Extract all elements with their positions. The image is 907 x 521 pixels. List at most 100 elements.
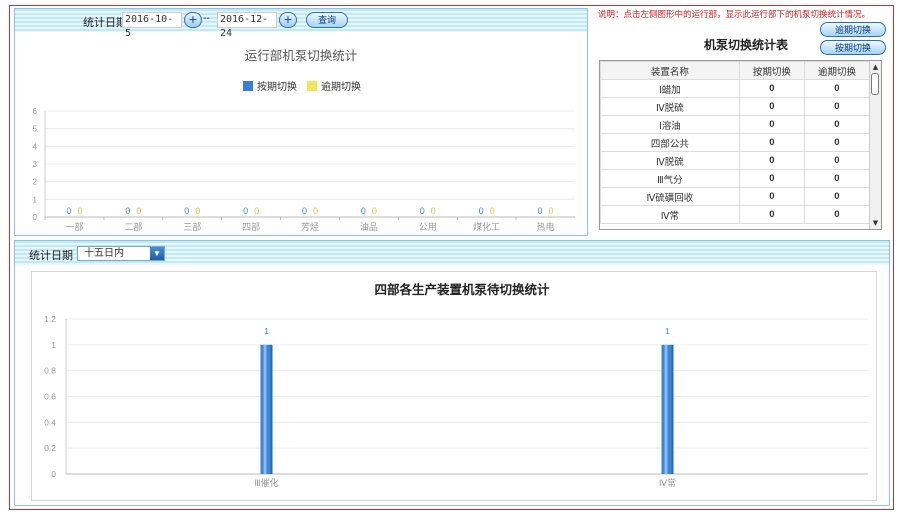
cell-ontime: 0 — [738, 169, 805, 188]
cell-ontime: 0 — [738, 205, 805, 224]
x-tick-label[interactable]: 四部 — [242, 221, 260, 232]
cell-unit: 四部公共 — [600, 133, 740, 152]
legend-ontime-label: 按期切换 — [257, 80, 297, 93]
y-tick-label: 1 — [51, 340, 56, 350]
table-title: 机泵切换统计表 — [704, 38, 789, 52]
legend-ontime-swatch — [243, 81, 253, 91]
start-date-picker-button[interactable]: + — [184, 12, 202, 28]
bar-value-label-overdue: 0 — [136, 206, 141, 216]
period-select-value: 十五日内 — [84, 248, 124, 259]
unit-pending-chart-box: 四部各生产装置机泵待切换统计 1.2 1 0.8 0.6 0.4 0.2 0 Ⅲ催化 Ⅳ常 1… — [31, 271, 877, 501]
cell-unit: Ⅳ硫磺回收 — [600, 187, 740, 206]
bar-value-label-ontime: 0 — [302, 206, 307, 216]
chart2-title: 四部各生产装置机泵待切换统计 — [374, 282, 550, 297]
cell-unit: Ⅳ常 — [600, 205, 740, 224]
table-row[interactable]: Ⅰ溶油 0 0 — [600, 115, 871, 134]
x-tick-label[interactable]: 一部 — [65, 221, 83, 232]
period-select[interactable]: 十五日内 ▼ — [77, 246, 165, 261]
scroll-up-icon[interactable]: ▲ — [871, 62, 880, 72]
instruction-note: 说明：点击左侧图形中的运行部，显示此运行部下的机泵切换统计情况。 — [598, 9, 871, 19]
x-tick-label[interactable]: 公用 — [419, 222, 437, 232]
bar-value-label-ontime: 0 — [184, 206, 189, 216]
bar-value-label-ontime: 0 — [243, 206, 248, 216]
end-date-picker-button[interactable]: + — [279, 12, 297, 28]
table-scrollbar[interactable]: ▲ ▼ — [869, 61, 881, 229]
y-tick-label: 5 — [33, 125, 38, 134]
table-header-row: 装置名称 按期切换 逾期切换 — [600, 61, 871, 80]
range-separator: -- — [203, 13, 210, 24]
col-header-overdue: 逾期切换 — [803, 61, 871, 80]
bar-value-label-ontime: 0 — [538, 206, 543, 216]
switch-stats-table-panel: 说明：点击左侧图形中的运行部，显示此运行部下的机泵切换统计情况。 逾期切换 按期… — [592, 8, 890, 236]
chart1-title: 运行部机泵切换统计 — [245, 48, 358, 63]
y-tick-label: 0.4 — [44, 417, 56, 427]
unit-pending-panel: 统计日期 十五日内 ▼ 四部各生产装置机泵待切换统计 1.2 1 0.8 0.6 0.4… — [14, 240, 890, 506]
main-frame: 统计日期 2016-10-5 + -- 2016-12-24 + 查询 运行部机… — [9, 5, 894, 510]
col-header-unit: 装置名称 — [600, 61, 740, 80]
bar-value-label-overdue: 0 — [372, 206, 377, 216]
switch-stats-table[interactable]: 装置名称 按期切换 逾期切换 Ⅰ蜡加 0 0 Ⅳ脱硫 0 0 Ⅰ溶油 0 0 四部公共 0 0 … — [599, 60, 882, 230]
end-date-input[interactable]: 2016-12-24 — [217, 12, 277, 39]
bar-value-label-overdue: 0 — [549, 206, 554, 216]
x-tick-label[interactable]: 热电 — [537, 221, 555, 232]
scroll-thumb[interactable] — [871, 73, 879, 95]
bar-value-label-overdue: 0 — [490, 206, 495, 216]
cell-unit: Ⅳ脱硫 — [600, 97, 740, 116]
x-tick-label[interactable]: 二部 — [124, 221, 142, 232]
bar-value-label-overdue: 0 — [254, 206, 259, 216]
x-tick-label[interactable]: 油品 — [360, 221, 378, 232]
y-tick-label: 3 — [33, 160, 38, 169]
cell-ontime: 0 — [738, 133, 805, 152]
bar-value-label-overdue: 0 — [431, 206, 436, 216]
scroll-down-icon[interactable]: ▼ — [871, 218, 880, 228]
cell-unit: Ⅲ气分 — [600, 169, 740, 188]
col-header-ontime: 按期切换 — [738, 61, 805, 80]
table-row[interactable]: Ⅳ脱硫 0 0 — [600, 151, 871, 170]
cell-overdue: 0 — [803, 79, 871, 98]
bar-shade — [671, 344, 674, 474]
bar-value-label-ontime: 0 — [125, 206, 130, 216]
bar-value-label-ontime: 0 — [420, 206, 425, 216]
bar-value-label: 1 — [665, 326, 670, 336]
period-filter-bar: 统计日期 十五日内 ▼ — [15, 241, 889, 265]
cell-overdue: 0 — [803, 115, 871, 134]
cell-ontime: 0 — [738, 115, 805, 134]
overdue-switch-button[interactable]: 逾期切换 — [820, 22, 886, 37]
x-tick-label[interactable]: 三部 — [183, 221, 201, 232]
date-label: 统计日期 — [83, 17, 127, 29]
table-row[interactable]: Ⅰ蜡加 0 0 — [600, 79, 871, 98]
x-tick-label[interactable]: Ⅳ常 — [659, 477, 676, 488]
bar-value-label-overdue: 0 — [77, 206, 82, 216]
bar-highlight — [263, 344, 267, 474]
bar-shade — [270, 344, 273, 474]
cell-ontime: 0 — [738, 187, 805, 206]
table-row[interactable]: Ⅳ硫磺回收 0 0 — [600, 187, 871, 206]
cell-overdue: 0 — [803, 97, 871, 116]
table-row[interactable]: Ⅳ脱硫 0 0 — [600, 97, 871, 116]
query-button[interactable]: 查询 — [306, 12, 348, 28]
ontime-switch-button[interactable]: 按期切换 — [820, 40, 886, 55]
cell-unit: Ⅰ溶油 — [600, 115, 740, 134]
dept-switch-chart[interactable]: 运行部机泵切换统计 按期切换 逾期切换 6 5 4 3 2 1 0 一部 二部 三部 四部 芳烃 油品… — [15, 33, 587, 233]
start-date-input[interactable]: 2016-10-5 — [122, 12, 182, 39]
y-tick-label: 0.8 — [44, 366, 56, 376]
chevron-down-icon[interactable]: ▼ — [150, 247, 164, 260]
y-tick-label: 0.6 — [44, 392, 56, 402]
cell-ontime: 0 — [738, 79, 805, 98]
unit-pending-chart[interactable]: 四部各生产装置机泵待切换统计 1.2 1 0.8 0.6 0.4 0.2 0 Ⅲ催化 Ⅳ常 1… — [32, 272, 876, 500]
table-row[interactable]: 四部公共 0 0 — [600, 133, 871, 152]
legend-overdue-label: 逾期切换 — [321, 80, 361, 93]
table-row[interactable]: Ⅳ常 0 0 — [600, 205, 871, 224]
legend-overdue-swatch — [307, 81, 317, 91]
x-tick-label[interactable]: 芳烃 — [301, 221, 319, 232]
x-tick-label[interactable]: Ⅲ催化 — [254, 477, 278, 488]
cell-overdue: 0 — [803, 133, 871, 152]
dept-stats-panel: 统计日期 2016-10-5 + -- 2016-12-24 + 查询 运行部机… — [14, 8, 588, 236]
x-tick-label[interactable]: 煤化工 — [473, 221, 500, 232]
bar-value-label-ontime: 0 — [361, 206, 366, 216]
y-tick-label: 1.2 — [44, 314, 56, 324]
table-row[interactable]: Ⅲ气分 0 0 — [600, 169, 871, 188]
y-tick-label: 2 — [33, 178, 38, 187]
cell-overdue: 0 — [803, 151, 871, 170]
dept-filter-bar: 统计日期 2016-10-5 + -- 2016-12-24 + 查询 — [15, 9, 587, 39]
